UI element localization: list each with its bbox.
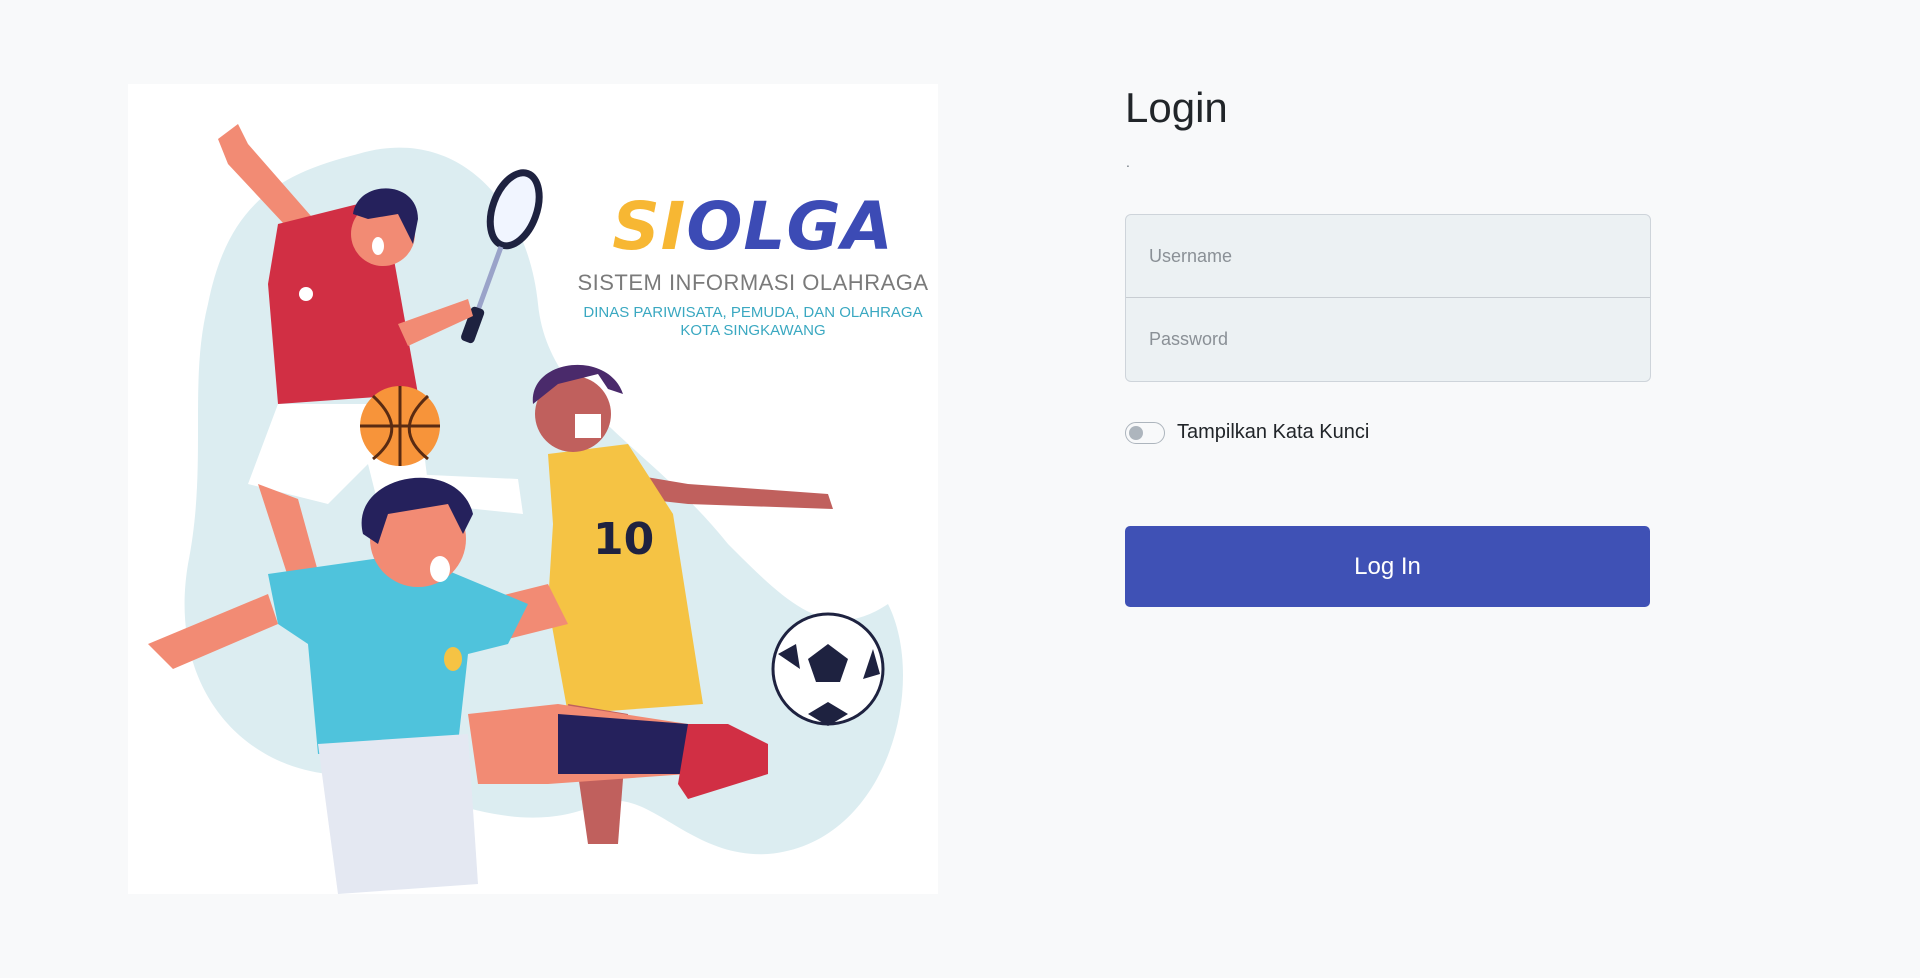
show-password-label[interactable]: Tampilkan Kata Kunci [1177,421,1369,444]
brand-logo-olga: OLGA [686,188,894,265]
login-title: Login [1125,84,1228,131]
basketball [360,386,440,466]
show-password-toggle[interactable] [1125,421,1165,444]
brand-department-line1: DINAS PARIWISATA, PEMUDA, DAN OLAHRAGA [583,304,923,321]
brand-block: SIOLGA SISTEM INFORMASI OLAHRAGA DINAS P… [568,194,938,340]
brand-logo-si: SI [612,188,687,265]
hero-illustration: 10 SIOLGA SISTEM INFORMASI OLAHRAGA DINA… [128,84,938,894]
brand-department-line2: KOTA SINGKAWANG [680,322,826,339]
soccer-ball [771,612,885,726]
toggle-knob-icon [1129,425,1143,440]
login-button[interactable]: Log In [1125,526,1650,607]
password-input[interactable] [1126,298,1650,381]
brand-department: DINAS PARIWISATA, PEMUDA, DAN OLAHRAGA K… [568,304,938,340]
username-input[interactable] [1126,215,1650,298]
credentials-group [1125,214,1651,382]
show-password-row[interactable]: Tampilkan Kata Kunci [1125,421,1369,444]
brand-logo: SIOLGA [568,194,938,260]
login-subtitle: . [1126,154,1130,170]
svg-text:10: 10 [593,514,654,565]
brand-subtitle: SISTEM INFORMASI OLAHRAGA [577,270,929,295]
